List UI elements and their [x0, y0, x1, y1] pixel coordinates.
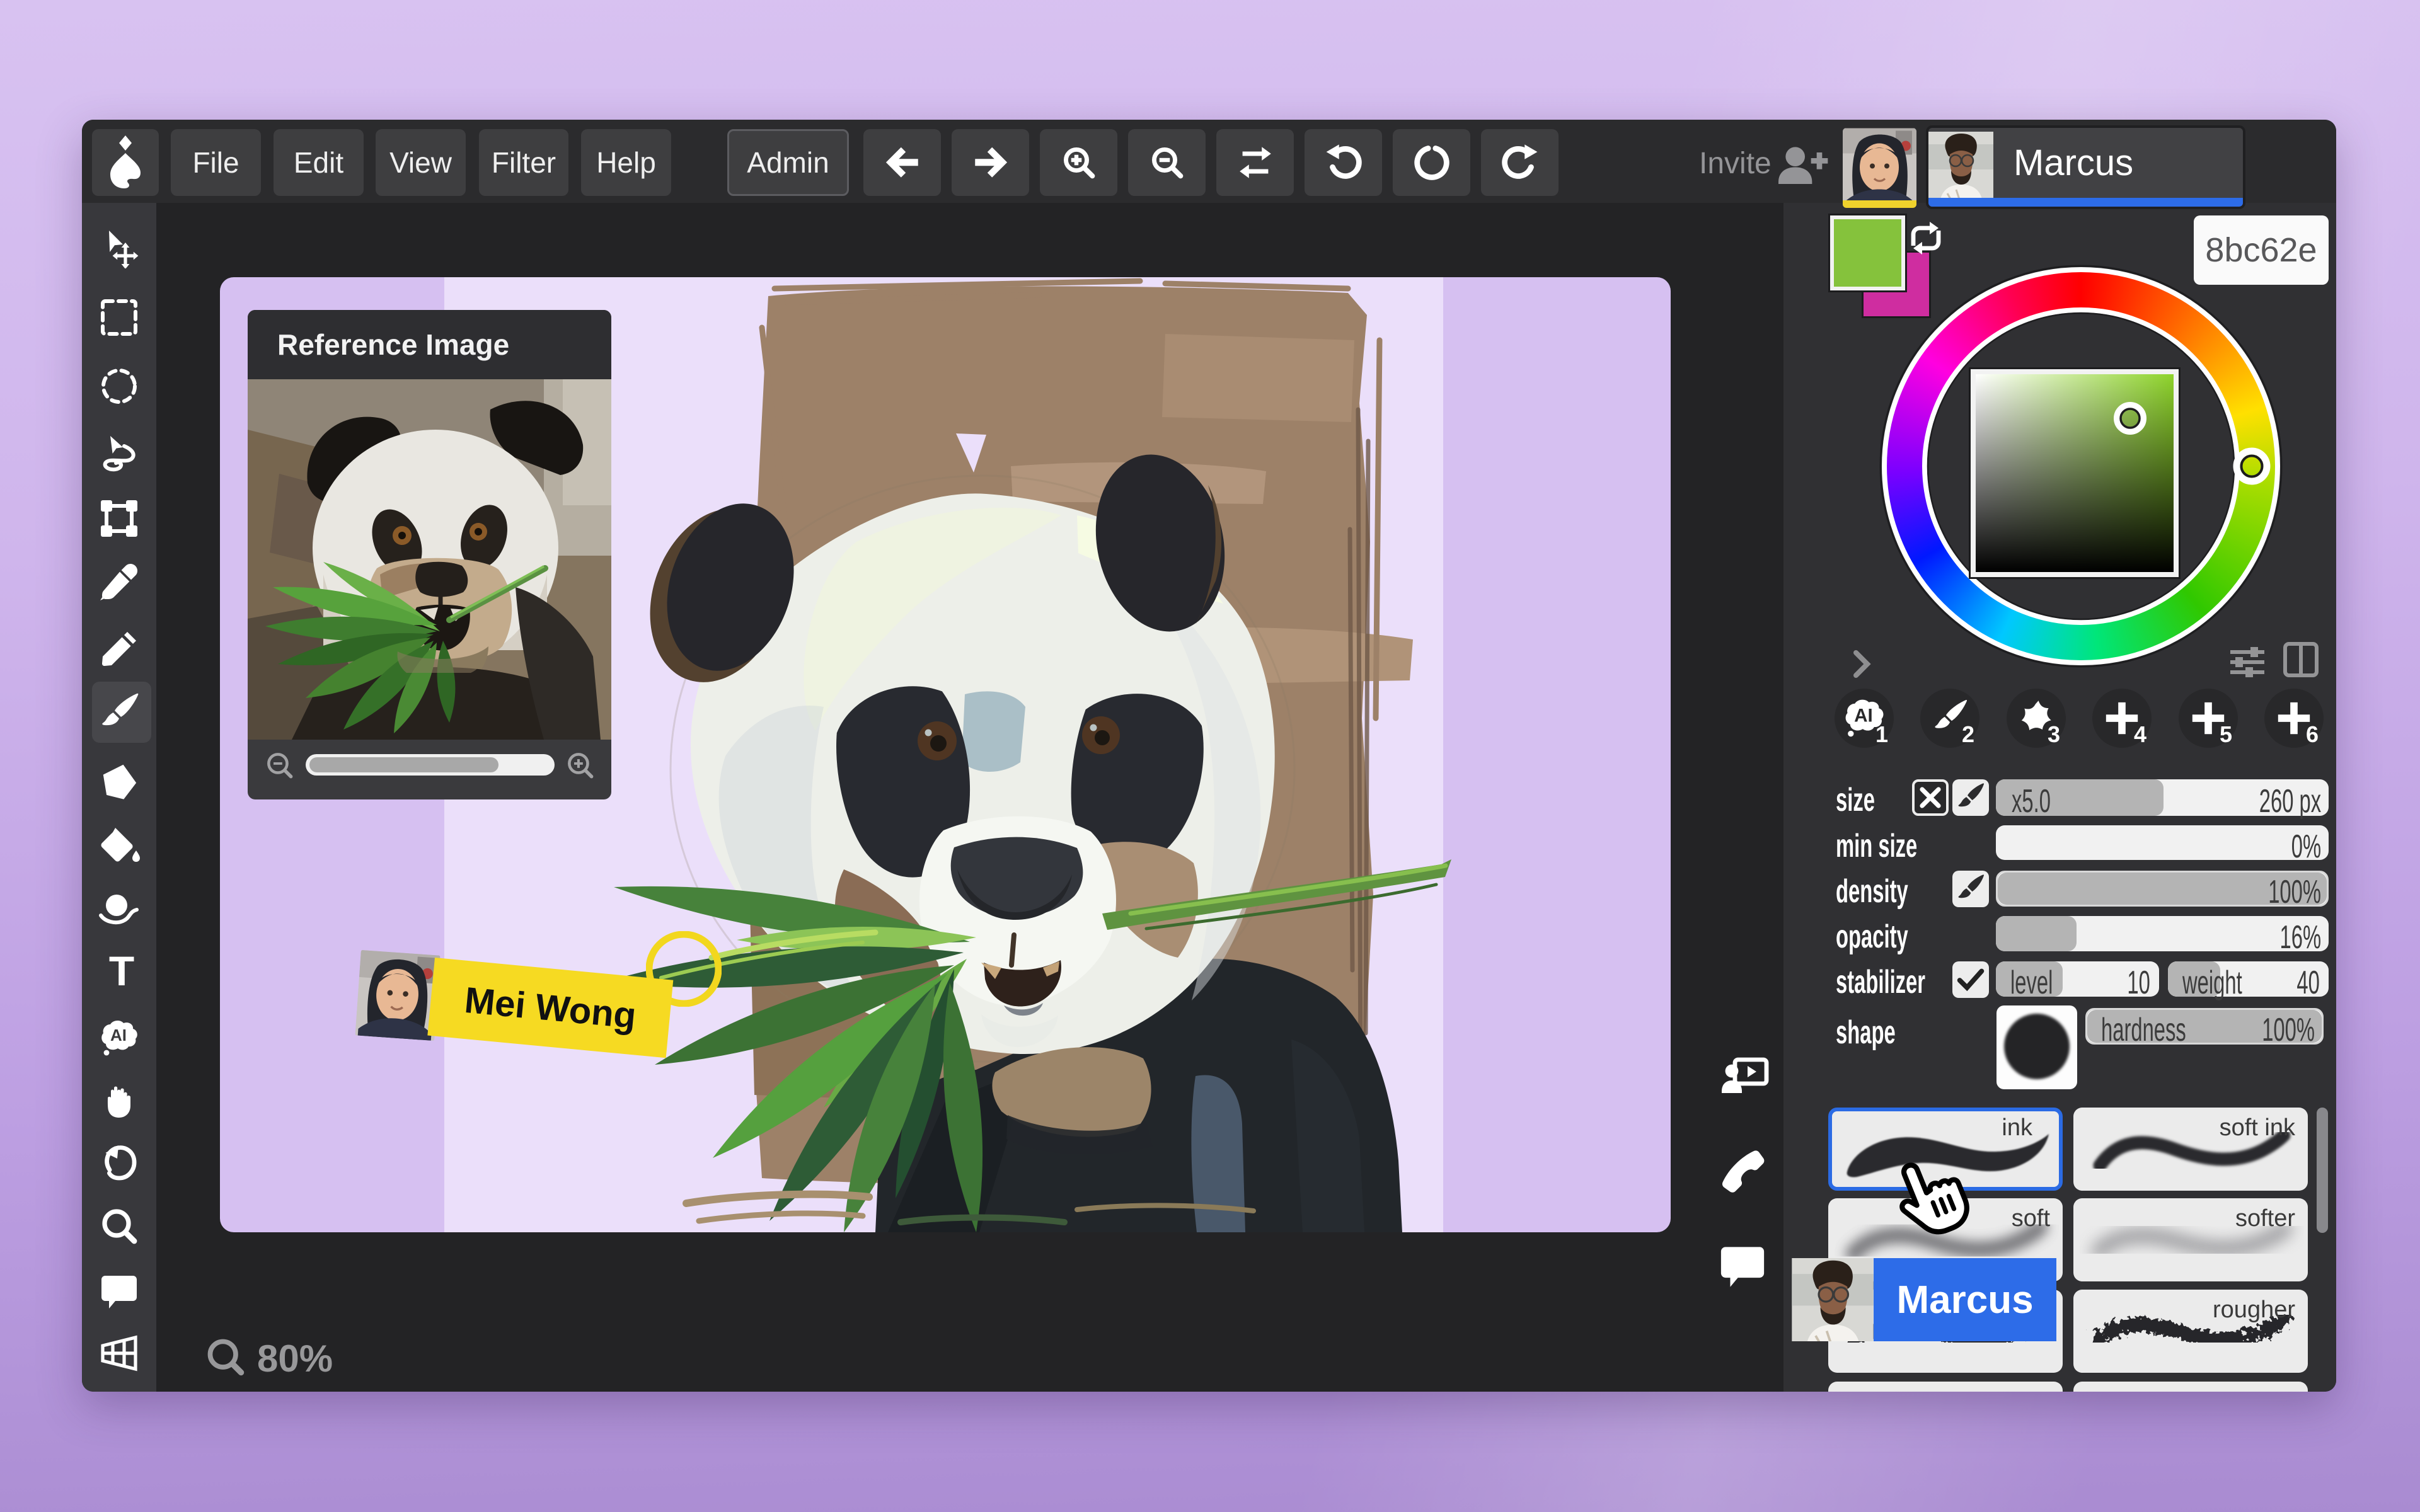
svg-text:softer: softer — [2235, 1205, 2295, 1232]
svg-text:AI: AI — [110, 1026, 127, 1045]
svg-text:soft: soft — [2012, 1205, 2051, 1232]
svg-text:ink: ink — [2002, 1114, 2033, 1141]
svg-text:rougher: rougher — [2213, 1297, 2295, 1323]
svg-text:soft ink: soft ink — [2220, 1114, 2296, 1141]
svg-text:AI: AI — [1854, 705, 1873, 726]
